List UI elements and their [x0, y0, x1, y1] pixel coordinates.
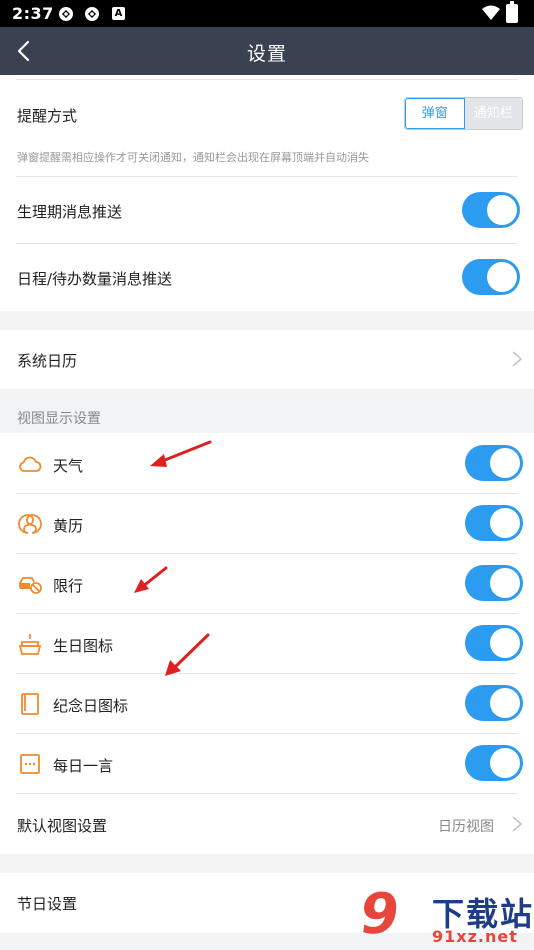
wifi-icon: [482, 5, 500, 20]
notify-method-segmented-control: 弹窗 通知栏: [404, 97, 523, 130]
period-push-toggle[interactable]: [462, 192, 520, 228]
book-icon: [21, 693, 39, 715]
annotation-arrow: [150, 440, 212, 467]
restriction-toggle[interactable]: [465, 565, 523, 601]
annotation-arrow: [165, 633, 210, 676]
view-item-label: 限行: [53, 577, 84, 595]
divider: [16, 553, 518, 554]
notify-method-description: 弹窗提醒需相应操作才可关闭通知，通知栏会出现在屏幕顶端并自动消失: [17, 151, 369, 164]
divider: [16, 79, 518, 80]
divider: [16, 176, 518, 177]
view-item-label: 生日图标: [53, 637, 114, 655]
anniversary-icon-toggle[interactable]: [465, 685, 523, 721]
annotation-arrow: [134, 566, 168, 593]
cake-icon: [18, 634, 42, 655]
notify-popup-option[interactable]: 弹窗: [405, 98, 465, 129]
view-settings-title: 视图显示设置: [17, 411, 101, 427]
view-item-label: 黄历: [53, 517, 84, 535]
battery-icon: [506, 1, 518, 23]
daily-quote-toggle[interactable]: [465, 745, 523, 781]
default-view-row[interactable]: [0, 794, 534, 854]
almanac-toggle[interactable]: [465, 505, 523, 541]
system-calendar-row[interactable]: 系统日历: [0, 330, 534, 389]
notify-method-label: 提醒方式: [17, 107, 78, 125]
watermark-logo-digits: 9: [355, 882, 404, 947]
notify-bar-option[interactable]: 通知栏: [464, 98, 522, 129]
almanac-icon: [18, 514, 42, 534]
notification-app-icon: [59, 7, 73, 21]
system-calendar-label: 系统日历: [17, 352, 78, 370]
divider: [16, 613, 518, 614]
cloud-icon: [19, 456, 42, 472]
schedule-push-toggle[interactable]: [462, 259, 520, 295]
status-bar: 2:37 A: [0, 0, 534, 27]
view-settings-section: 天气 黄历 限行 生日图标 纪念日图标 每日一言 默认视图设置 日历视图: [0, 433, 534, 854]
page-title: 设置: [246, 43, 287, 65]
status-time: 2:37: [12, 4, 54, 23]
weather-toggle[interactable]: [465, 445, 523, 481]
view-item-label: 纪念日图标: [53, 697, 129, 715]
divider: [16, 493, 518, 494]
divider: [16, 673, 518, 674]
divider: [16, 243, 518, 244]
site-watermark: 9 下载站 91xz.net: [356, 882, 534, 950]
notification-app-icon: [85, 7, 99, 21]
notification-badge-icon: A: [112, 7, 125, 20]
chevron-right-icon: [512, 351, 523, 367]
watermark-url: 91xz.net: [432, 927, 518, 946]
period-push-label: 生理期消息推送: [17, 203, 123, 221]
title-bar: 设置: [0, 27, 534, 75]
holiday-settings-label: 节日设置: [17, 895, 78, 913]
view-item-label: 每日一言: [53, 757, 114, 775]
schedule-push-label: 日程/待办数量消息推送: [17, 270, 173, 288]
divider: [16, 733, 518, 734]
quote-box-icon: [20, 754, 40, 774]
birthday-icon-toggle[interactable]: [465, 625, 523, 661]
view-item-label: 天气: [53, 457, 84, 475]
car-restriction-icon: [19, 577, 42, 594]
